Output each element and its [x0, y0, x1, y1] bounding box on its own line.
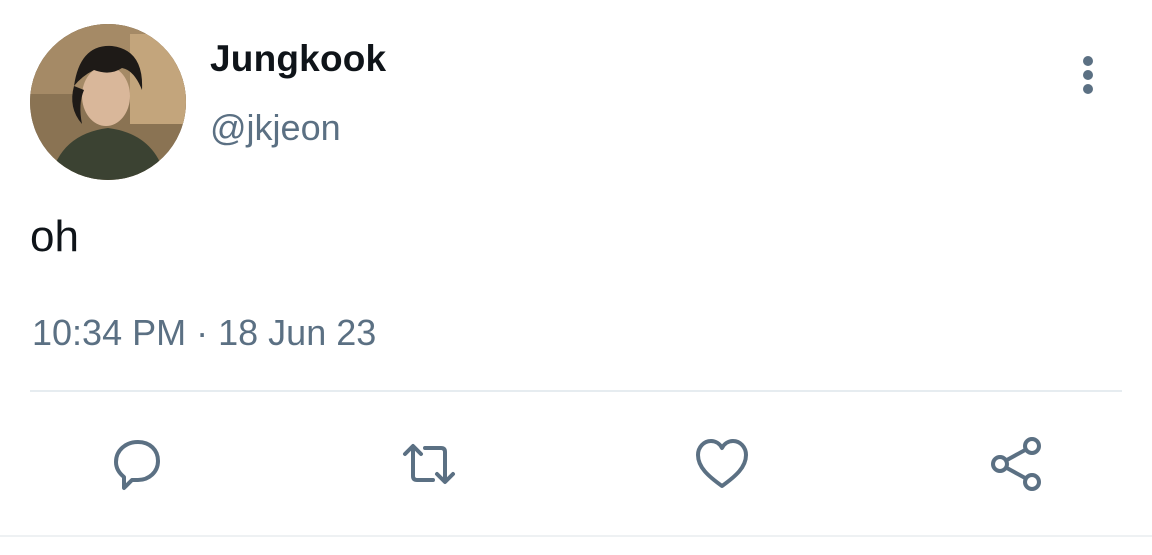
tweet-date: 18 Jun 23 — [218, 312, 377, 353]
divider — [30, 390, 1122, 392]
avatar-image — [30, 24, 186, 180]
tweet-card: Jungkook @jkjeon oh 10:34 PM · 18 Jun 23 — [0, 0, 1152, 555]
user-handle[interactable]: @jkjeon — [210, 107, 341, 149]
display-name[interactable]: Jungkook — [210, 38, 386, 80]
more-vertical-icon[interactable] — [1070, 52, 1106, 98]
retweet-icon — [403, 444, 455, 484]
reply-icon — [114, 440, 160, 490]
like-button[interactable] — [690, 432, 754, 496]
tweet-timestamp[interactable]: 10:34 PM · 18 Jun 23 — [32, 312, 376, 354]
reply-button[interactable] — [104, 432, 168, 496]
meta-separator: · — [196, 312, 209, 353]
retweet-button[interactable] — [397, 432, 461, 496]
bottom-divider — [0, 535, 1152, 537]
share-button[interactable] — [984, 432, 1048, 496]
tweet-text: oh — [30, 212, 79, 261]
tweet-time: 10:34 PM — [32, 312, 187, 353]
avatar[interactable] — [30, 24, 186, 180]
share-icon — [991, 437, 1041, 491]
heart-icon — [696, 439, 748, 488]
